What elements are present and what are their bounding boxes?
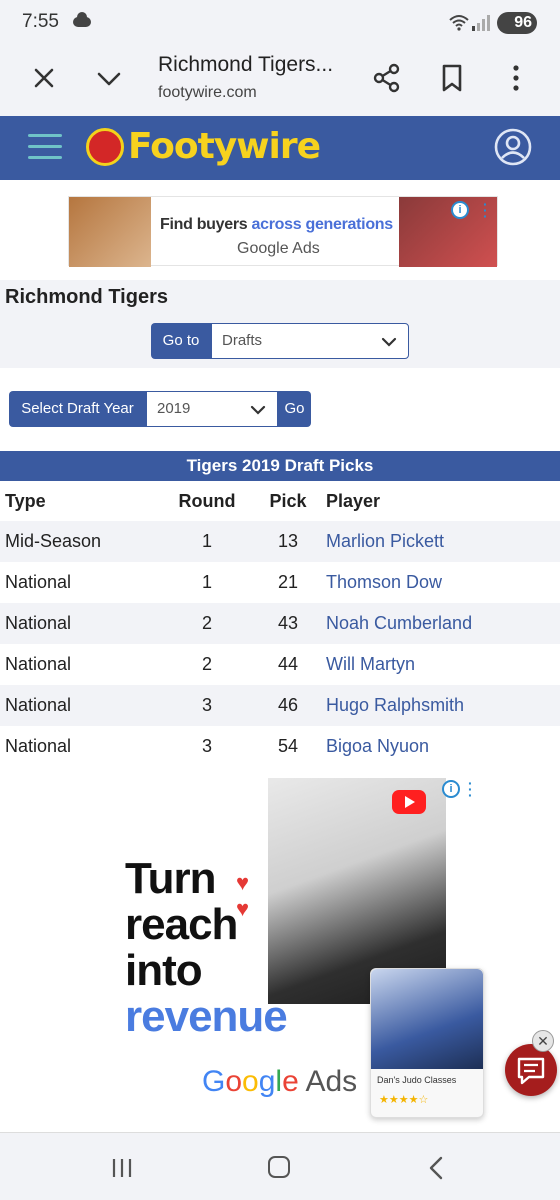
- cell-pick: 44: [277, 654, 299, 674]
- goto-group: Go to Drafts: [151, 323, 409, 359]
- table-row: National 1 21 Thomson Dow: [0, 562, 560, 603]
- player-link[interactable]: Marlion Pickett: [326, 521, 444, 562]
- chevron-down-icon: [381, 337, 397, 347]
- ad-photo-left: [69, 197, 151, 267]
- ad-card-photo: [371, 969, 483, 1069]
- battery-badge: 96: [497, 12, 537, 34]
- bookmark-icon[interactable]: [438, 63, 466, 93]
- player-link[interactable]: Noah Cumberland: [326, 603, 472, 644]
- header-pick: Pick: [269, 491, 307, 511]
- table-row: National 2 43 Noah Cumberland: [0, 603, 560, 644]
- status-time: 7:55: [22, 11, 59, 32]
- site-logo[interactable]: Footywire: [128, 126, 321, 167]
- cell-type: Mid-Season: [5, 531, 102, 551]
- header-round: Round: [178, 491, 236, 511]
- tab-title[interactable]: Richmond Tigers...: [158, 53, 333, 77]
- table-row: National 3 46 Hugo Ralphsmith: [0, 685, 560, 726]
- youtube-shorts-icon: [392, 790, 426, 814]
- draft-year-select[interactable]: 2019: [146, 391, 278, 427]
- goto-select-value: Drafts: [222, 332, 263, 349]
- ad-banner-large[interactable]: i · · · ♥ ♥ Turn reach into revenue Dan's J…: [108, 776, 486, 1120]
- table-caption: Tigers 2019 Draft Picks: [0, 451, 560, 481]
- browser-toolbar: Richmond Tigers... footywire.com: [0, 46, 560, 116]
- close-icon[interactable]: [30, 64, 58, 92]
- share-icon[interactable]: [372, 63, 402, 93]
- cell-pick: 43: [277, 613, 299, 633]
- ad-brand: Google Ads: [202, 1065, 358, 1098]
- cell-type: National: [5, 695, 72, 715]
- cell-type: National: [5, 736, 72, 756]
- cell-pick: 13: [277, 531, 299, 551]
- table-row: National 2 44 Will Martyn: [0, 644, 560, 685]
- ad-info-icon[interactable]: i: [442, 780, 460, 798]
- player-link[interactable]: Bigoa Nyuon: [326, 726, 429, 767]
- team-title: Richmond Tigers: [5, 286, 168, 308]
- cloud-icon: [73, 12, 91, 27]
- site-header: Footywire: [0, 116, 560, 180]
- status-bar: 7:55 96: [0, 0, 560, 46]
- header-type: Type: [5, 491, 46, 511]
- team-section: Richmond Tigers Go to Drafts: [0, 280, 560, 368]
- draft-year-value: 2019: [157, 400, 191, 417]
- system-nav-bar: [0, 1133, 560, 1200]
- cell-type: National: [5, 613, 72, 633]
- player-link[interactable]: Hugo Ralphsmith: [326, 685, 464, 726]
- ad-brand: Google Ads: [237, 240, 320, 257]
- cell-round: 2: [201, 654, 212, 674]
- cell-pick: 21: [277, 572, 299, 592]
- tab-url[interactable]: footywire.com: [158, 84, 257, 102]
- ad-banner-top[interactable]: Find buyers across generations Google Ad…: [68, 196, 498, 267]
- table-row: Mid-Season 1 13 Marlion Pickett: [0, 521, 560, 562]
- feedback-button[interactable]: [505, 1044, 557, 1096]
- chevron-down-icon: [250, 405, 266, 415]
- table-header-row: Type Round Pick Player: [0, 481, 560, 521]
- chevron-down-icon[interactable]: [95, 66, 123, 92]
- signal-icon: [472, 15, 490, 31]
- cell-pick: 46: [277, 695, 299, 715]
- draft-year-group: Select Draft Year 2019 Go: [9, 391, 311, 427]
- account-icon[interactable]: [494, 128, 532, 166]
- cell-pick: 54: [277, 736, 299, 756]
- draft-year-label: Select Draft Year: [9, 391, 146, 427]
- ad-card-label: Dan's Judo Classes: [377, 1075, 457, 1085]
- recent-apps-icon[interactable]: [111, 1157, 133, 1179]
- ad-card-stars: ★★★★☆: [379, 1094, 429, 1106]
- ad-card: Dan's Judo Classes ★★★★☆: [370, 968, 484, 1118]
- back-icon[interactable]: [426, 1156, 446, 1180]
- hamburger-menu-icon[interactable]: [28, 134, 62, 162]
- more-vert-icon[interactable]: [503, 63, 529, 93]
- ad-info-icon[interactable]: i: [451, 201, 469, 219]
- draft-go-button[interactable]: Go: [278, 391, 311, 427]
- home-icon[interactable]: [268, 1156, 290, 1178]
- cell-round: 1: [201, 531, 212, 551]
- goto-label: Go to: [151, 323, 211, 359]
- player-link[interactable]: Thomson Dow: [326, 562, 442, 603]
- table-row: National 3 54 Bigoa Nyuon: [0, 726, 560, 767]
- goto-select[interactable]: Drafts: [211, 323, 409, 359]
- header-player: Player: [326, 491, 381, 511]
- cell-type: National: [5, 572, 72, 592]
- cell-round: 1: [201, 572, 212, 592]
- cell-round: 2: [201, 613, 212, 633]
- ad-menu-icon[interactable]: · · ·: [483, 197, 489, 223]
- ad-menu-icon[interactable]: · · ·: [468, 776, 474, 802]
- player-link[interactable]: Will Martyn: [326, 644, 415, 685]
- wifi-icon: [449, 15, 469, 31]
- close-icon[interactable]: ✕: [532, 1030, 554, 1052]
- ad-headline: Turn reach into revenue: [125, 854, 288, 1041]
- cell-type: National: [5, 654, 72, 674]
- cell-round: 3: [201, 695, 212, 715]
- logo-ball-icon[interactable]: [86, 128, 124, 166]
- cell-round: 3: [201, 736, 212, 756]
- message-icon: [517, 1057, 545, 1085]
- ad-headline: Find buyers across generations: [160, 216, 393, 233]
